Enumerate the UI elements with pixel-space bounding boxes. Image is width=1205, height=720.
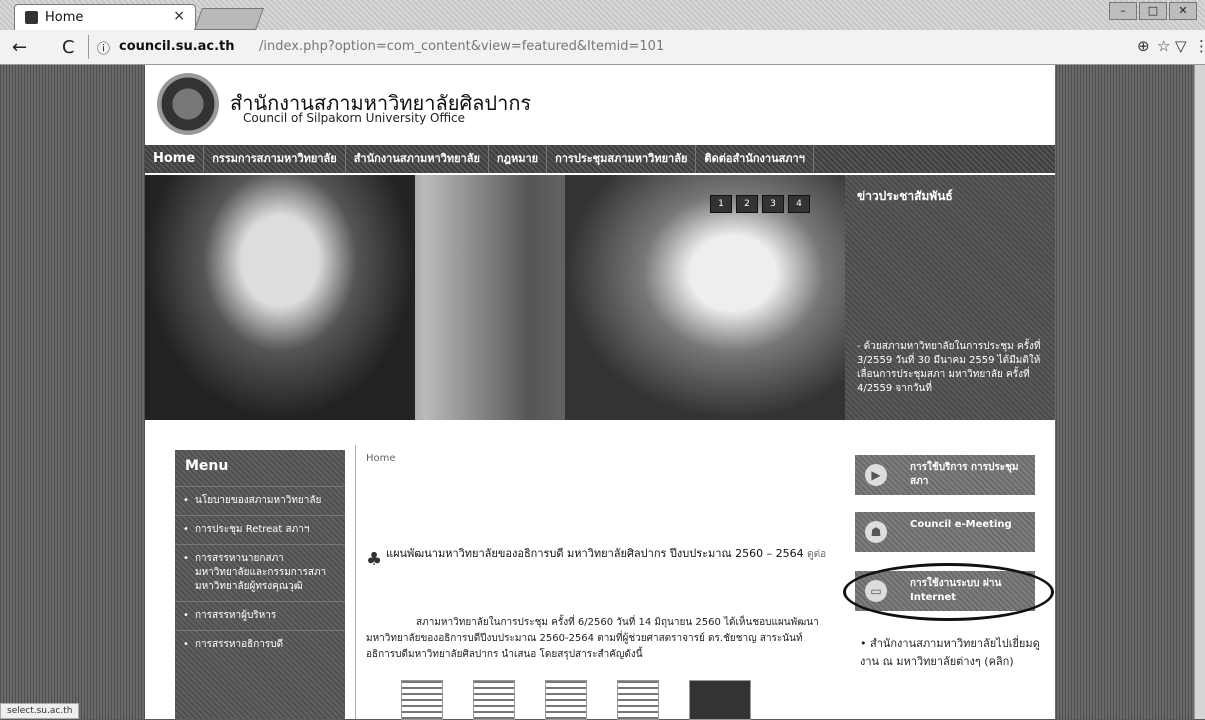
- bullet-icon: •: [183, 495, 189, 506]
- service-label: การใช้บริการ การประชุมสภา: [910, 462, 1019, 487]
- article-body: สภามหาวิทยาลัยในการประชุม ครั้งที่ 6/256…: [366, 617, 819, 660]
- browser-menu-icon[interactable]: ⋮: [1194, 37, 1205, 55]
- info-icon[interactable]: ⓘ: [97, 38, 110, 57]
- news-text[interactable]: - ด้วยสภามหาวิทยาลัยในการประชุม ครั้งที่…: [857, 340, 1047, 396]
- side-note-link[interactable]: • สำนักงานสภามหาวิทยาลัยไปเยี่ยมดูงาน ณ …: [860, 635, 1040, 671]
- nav-council-office[interactable]: สำนักงานสภามหาวิทยาลัย: [346, 145, 489, 173]
- menu-item-policy[interactable]: • นโยบายของสภามหาวิทยาลัย: [175, 486, 345, 515]
- slider-dot[interactable]: 3: [762, 195, 784, 213]
- back-button[interactable]: ←: [12, 37, 27, 58]
- article-thumbnails: [401, 680, 751, 720]
- thumbnail-image[interactable]: [401, 680, 443, 720]
- page-viewport: สำนักงานสภามหาวิทยาลัยศิลปากร Council of…: [0, 65, 1195, 720]
- slider-dot[interactable]: 2: [736, 195, 758, 213]
- new-tab-button[interactable]: [193, 8, 265, 30]
- main-content: Home ♣ แผนพัฒนามหาวิทยาลัยของอธิการบดี ม…: [355, 445, 836, 720]
- site-favicon-icon: [25, 11, 38, 24]
- tab-title: Home: [45, 10, 84, 25]
- slider-dot[interactable]: 4: [788, 195, 810, 213]
- status-bar: select.su.ac.th: [0, 703, 80, 719]
- menu-item-label: นโยบายของสภามหาวิทยาลัย: [195, 495, 322, 506]
- menu-item-label: การสรรหาอธิการบดี: [195, 639, 284, 650]
- slider-pagination: 1 2 3 4: [710, 195, 810, 213]
- article-title[interactable]: แผนพัฒนามหาวิทยาลัยของอธิการบดี มหาวิทยา…: [386, 545, 846, 564]
- nav-home[interactable]: Home: [145, 145, 205, 173]
- bullet-icon: •: [183, 524, 189, 535]
- thumbnail-image[interactable]: [689, 680, 751, 720]
- translate-icon[interactable]: ⊕: [1137, 37, 1150, 55]
- close-window-button[interactable]: ✕: [1169, 2, 1197, 20]
- thumbnail-image[interactable]: [617, 680, 659, 720]
- university-logo[interactable]: [157, 73, 219, 135]
- nav-contact[interactable]: ติดต่อสำนักงานสภาฯ: [696, 145, 814, 173]
- minimize-button[interactable]: –: [1109, 2, 1137, 20]
- page-scrollbar[interactable]: [1194, 65, 1205, 719]
- browser-toolbar: ← C ⓘ council.su.ac.th /index.php?option…: [0, 30, 1205, 65]
- nav-laws[interactable]: กฎหมาย: [489, 145, 548, 173]
- sidebar-menu: Menu • นโยบายของสภามหาวิทยาลัย • การประช…: [175, 450, 345, 719]
- news-title: ข่าวประชาสัมพันธ์: [857, 189, 953, 203]
- play-icon: ▶: [865, 464, 887, 486]
- services-column: ▶ การใช้บริการ การประชุมสภา ☗ Council e-…: [843, 445, 1054, 719]
- service-label: Council e-Meeting: [910, 519, 1012, 530]
- bullet-icon: •: [183, 639, 189, 650]
- menu-item-label: การสรรหานายกสภามหาวิทยาลัยและกรรมการสภาม…: [195, 553, 327, 592]
- service-button-meeting[interactable]: ▶ การใช้บริการ การประชุมสภา: [855, 455, 1035, 495]
- service-button-emeeting[interactable]: ☗ Council e-Meeting: [855, 512, 1035, 552]
- url-path: /index.php?option=com_content&view=featu…: [259, 39, 665, 54]
- menu-item-label: การสรรหาผู้บริหาร: [195, 610, 277, 621]
- main-navigation: Home กรรมการสภามหาวิทยาลัย สำนักงานสภามห…: [145, 145, 1055, 173]
- menu-item-executive-selection[interactable]: • การสรรหาผู้บริหาร: [175, 601, 345, 630]
- tab-close-icon[interactable]: ×: [173, 8, 185, 24]
- bookmark-star-icon[interactable]: ☆: [1157, 37, 1170, 55]
- menu-item-council-selection[interactable]: • การสรรหานายกสภามหาวิทยาลัยและกรรมการสภ…: [175, 544, 345, 601]
- service-button-internet[interactable]: ▭ การใช้งานระบบ ผ่าน Internet: [843, 563, 1054, 621]
- reload-button[interactable]: C: [62, 37, 75, 58]
- breadcrumb[interactable]: Home: [366, 453, 396, 464]
- nav-council-members[interactable]: กรรมการสภามหาวิทยาลัย: [204, 145, 346, 173]
- menu-item-label: การประชุม Retreat สภาฯ: [195, 524, 310, 535]
- site-header: สำนักงานสภามหาวิทยาลัยศิลปากร Council of…: [145, 65, 1055, 145]
- url-host: council.su.ac.th: [119, 39, 235, 54]
- news-panel: ข่าวประชาสัมพันธ์ - ด้วยสภามหาวิทยาลัยใน…: [845, 175, 1055, 420]
- menu-list: • นโยบายของสภามหาวิทยาลัย • การประชุม Re…: [175, 486, 345, 659]
- slider-dot[interactable]: 1: [710, 195, 732, 213]
- thumbnail-image[interactable]: [473, 680, 515, 720]
- highlight-circle: [843, 563, 1054, 621]
- menu-item-retreat[interactable]: • การประชุม Retreat สภาฯ: [175, 515, 345, 544]
- menu-title: Menu: [185, 458, 229, 474]
- article-pin-icon: ♣: [366, 549, 383, 570]
- site-container: สำนักงานสภามหาวิทยาลัยศิลปากร Council of…: [145, 65, 1055, 720]
- site-subtitle: Council of Silpakorn University Office: [243, 111, 466, 125]
- browser-tab-bar: Home × – □ ✕: [0, 0, 1205, 31]
- menu-item-president-selection[interactable]: • การสรรหาอธิการบดี: [175, 630, 345, 659]
- hero-slider[interactable]: 1 2 3 4: [145, 175, 845, 420]
- people-icon: ☗: [865, 521, 887, 543]
- browser-tab[interactable]: Home ×: [14, 4, 196, 31]
- extension-shield-icon[interactable]: ▽: [1175, 37, 1187, 55]
- article-read-more[interactable]: ดูต่อ: [807, 549, 826, 560]
- bullet-icon: •: [183, 553, 189, 564]
- nav-council-meetings[interactable]: การประชุมสภามหาวิทยาลัย: [547, 145, 697, 173]
- article-title-text[interactable]: แผนพัฒนามหาวิทยาลัยของอธิการบดี มหาวิทยา…: [386, 547, 804, 560]
- slide-photo-left: [145, 175, 415, 420]
- thumbnail-image[interactable]: [545, 680, 587, 720]
- bullet-icon: •: [183, 610, 189, 621]
- address-bar[interactable]: ⓘ council.su.ac.th /index.php?option=com…: [88, 35, 1129, 59]
- maximize-button[interactable]: □: [1139, 2, 1167, 20]
- window-controls: – □ ✕: [1109, 2, 1197, 20]
